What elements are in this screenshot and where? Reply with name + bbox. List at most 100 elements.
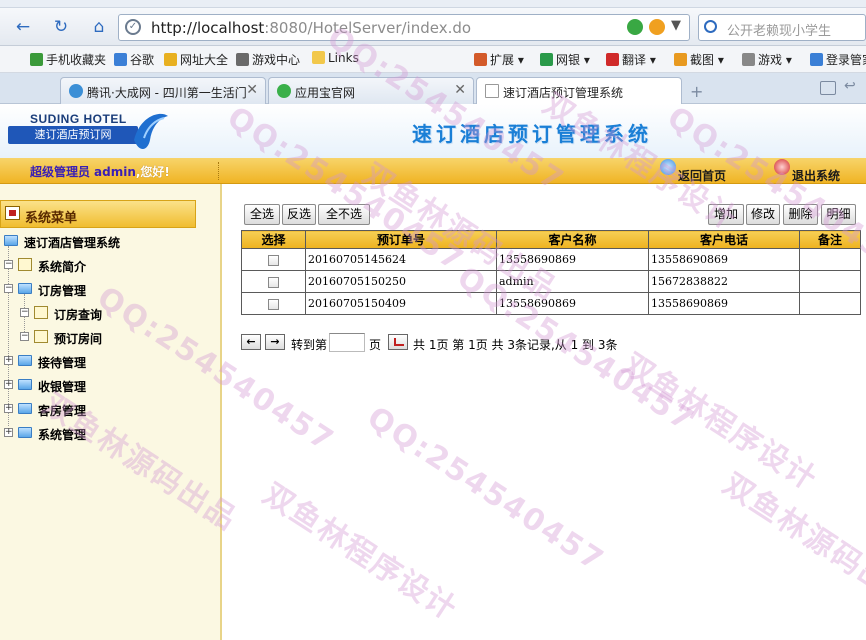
select-all-button[interactable]: 全选 bbox=[244, 204, 280, 225]
menu-icon bbox=[5, 206, 20, 220]
plus-icon: + bbox=[4, 379, 13, 389]
pager: ← → 转到第 页 共 1页 第 1页 共 3条记录,从 1 到 3条 bbox=[241, 332, 861, 354]
cell-select bbox=[241, 248, 306, 271]
user-info: 超级管理员 admin,您好! bbox=[30, 163, 170, 180]
goto-page-input[interactable] bbox=[329, 333, 365, 352]
search-input[interactable]: 公开老赖现小学生 bbox=[698, 14, 866, 41]
tab-bar: 腾讯·大成网 - 四川第一生活门 ✕ 应用宝官网 ✕ 速订酒店预订管理系统 + … bbox=[0, 73, 866, 104]
favorites-bar: 手机收藏夹 谷歌 网址大全 游戏中心 Links 扩展 ▾ 网银 ▾ 翻译 ▾ … bbox=[0, 46, 866, 73]
table-row[interactable]: 20160705150250 admin 15672838822 bbox=[241, 270, 861, 293]
tool-games[interactable]: 游戏 ▾ bbox=[742, 51, 792, 68]
fav-games[interactable]: 游戏中心 bbox=[236, 51, 300, 68]
refresh-button[interactable]: ↻ bbox=[48, 15, 74, 39]
cell-customer-name: 13558690869 bbox=[496, 248, 649, 271]
tool-screenshot[interactable]: 截图 ▾ bbox=[674, 51, 724, 68]
cell-customer-name: admin bbox=[496, 270, 649, 293]
logout-icon bbox=[774, 159, 790, 175]
col-order-no: 预订单号 bbox=[305, 230, 497, 249]
home-button[interactable]: ⌂ bbox=[86, 15, 112, 39]
booking-table: 选择 预订单号 客户名称 客户电话 备注 20160705145624 1355… bbox=[241, 230, 861, 315]
goto-button[interactable] bbox=[388, 334, 408, 350]
compat-mode-icon[interactable] bbox=[627, 19, 643, 35]
home-globe-icon bbox=[660, 159, 676, 175]
row-checkbox[interactable] bbox=[268, 276, 279, 288]
game-icon bbox=[742, 53, 755, 66]
url-input[interactable]: ✓ http://localhost:8080/HotelServer/inde… bbox=[118, 14, 690, 41]
page-icon bbox=[485, 84, 499, 98]
col-customer-phone: 客户电话 bbox=[648, 230, 800, 249]
cell-customer-phone: 15672838822 bbox=[648, 270, 800, 293]
col-note: 备注 bbox=[799, 230, 861, 249]
url-text: http://localhost:8080/HotelServer/index.… bbox=[151, 19, 472, 37]
page-label: 页 bbox=[369, 338, 382, 352]
tool-translate[interactable]: 翻译 ▾ bbox=[606, 51, 656, 68]
ie-mode-icon[interactable] bbox=[649, 19, 665, 35]
search-placeholder: 公开老赖现小学生 bbox=[727, 24, 832, 39]
cell-select bbox=[241, 270, 306, 293]
edit-button[interactable]: 修改 bbox=[746, 204, 780, 225]
cell-select bbox=[241, 292, 306, 315]
address-bar: ← ↻ ⌂ ✓ http://localhost:8080/HotelServe… bbox=[0, 8, 866, 46]
folder-icon bbox=[18, 379, 32, 390]
dolphin-logo-icon bbox=[134, 113, 168, 150]
tree-line bbox=[8, 246, 9, 426]
delete-button[interactable]: 删除 bbox=[783, 204, 818, 225]
tool-extend[interactable]: 扩展 ▾ bbox=[474, 51, 524, 68]
fav-sites[interactable]: 网址大全 bbox=[164, 51, 228, 68]
close-icon[interactable]: ✕ bbox=[454, 82, 466, 98]
user-greeting: ,您好! bbox=[135, 165, 170, 179]
table-row[interactable]: 20160705145624 13558690869 13558690869 bbox=[241, 248, 861, 271]
row-checkbox[interactable] bbox=[268, 298, 279, 310]
scissors-icon bbox=[674, 53, 687, 66]
invert-selection-button[interactable]: 反选 bbox=[282, 204, 316, 225]
cell-customer-name: 13558690869 bbox=[496, 292, 649, 315]
app-header: SUDING HOTEL 速订酒店预订网 速订酒店预订管理系统 bbox=[0, 104, 866, 158]
tab-tencent[interactable]: 腾讯·大成网 - 四川第一生活门 ✕ bbox=[60, 77, 266, 104]
next-page-button[interactable]: → bbox=[265, 334, 285, 350]
table-row[interactable]: 20160705150409 13558690869 13558690869 bbox=[241, 292, 861, 315]
divider bbox=[218, 162, 220, 180]
tab-hotel[interactable]: 速订酒店预订管理系统 bbox=[476, 77, 682, 104]
shield-icon: ✓ bbox=[125, 19, 141, 35]
plus-icon: + bbox=[4, 427, 13, 437]
tool-login[interactable]: 登录管家 bbox=[810, 51, 866, 68]
page-title: 速订酒店预订管理系统 bbox=[412, 122, 652, 146]
window-icon[interactable] bbox=[820, 81, 836, 95]
key-icon bbox=[810, 53, 823, 66]
user-bar: 超级管理员 admin,您好! 返回首页 退出系统 bbox=[0, 158, 866, 184]
detail-button[interactable]: 明细 bbox=[821, 204, 856, 225]
cell-note bbox=[799, 292, 861, 315]
main-content: 全选 反选 全不选 增加 修改 删除 明细 选择 预订单号 客户名称 客户电话 … bbox=[229, 184, 866, 640]
col-customer-name: 客户名称 bbox=[496, 230, 649, 249]
cell-customer-phone: 13558690869 bbox=[648, 292, 800, 315]
back-button[interactable]: ← bbox=[10, 15, 36, 39]
logo-text-cn: 速订酒店预订网 bbox=[8, 126, 138, 144]
page-icon bbox=[34, 306, 48, 319]
add-button[interactable]: 增加 bbox=[708, 204, 744, 225]
undo-icon[interactable]: ↩ bbox=[844, 78, 860, 94]
translate-icon bbox=[606, 53, 619, 66]
browser-top-strip bbox=[0, 0, 866, 8]
select-none-button[interactable]: 全不选 bbox=[318, 204, 370, 225]
close-icon[interactable]: ✕ bbox=[246, 82, 258, 98]
chevron-down-icon[interactable]: ▼ bbox=[671, 18, 681, 33]
tab-appstore[interactable]: 应用宝官网 ✕ bbox=[268, 77, 474, 104]
cell-order-no: 20160705150250 bbox=[305, 270, 497, 293]
cell-note bbox=[799, 248, 861, 271]
fav-mobile[interactable]: 手机收藏夹 bbox=[30, 51, 106, 68]
gamepad-icon bbox=[236, 53, 249, 66]
prev-page-button[interactable]: ← bbox=[241, 334, 261, 350]
minus-icon: − bbox=[4, 283, 13, 293]
phone-icon bbox=[30, 53, 43, 66]
new-tab-icon[interactable]: + bbox=[690, 82, 703, 101]
fav-links[interactable]: Links bbox=[312, 51, 359, 65]
menu-title: 系统菜单 bbox=[25, 211, 78, 226]
fav-google[interactable]: 谷歌 bbox=[114, 51, 154, 68]
folder-icon bbox=[18, 427, 32, 438]
home-link[interactable]: 返回首页 bbox=[660, 159, 726, 184]
row-checkbox[interactable] bbox=[268, 254, 279, 266]
tool-bank[interactable]: 网银 ▾ bbox=[540, 51, 590, 68]
logout-link[interactable]: 退出系统 bbox=[774, 159, 840, 184]
minus-icon: − bbox=[4, 259, 13, 269]
tab-title: 应用宝官网 bbox=[295, 86, 356, 100]
